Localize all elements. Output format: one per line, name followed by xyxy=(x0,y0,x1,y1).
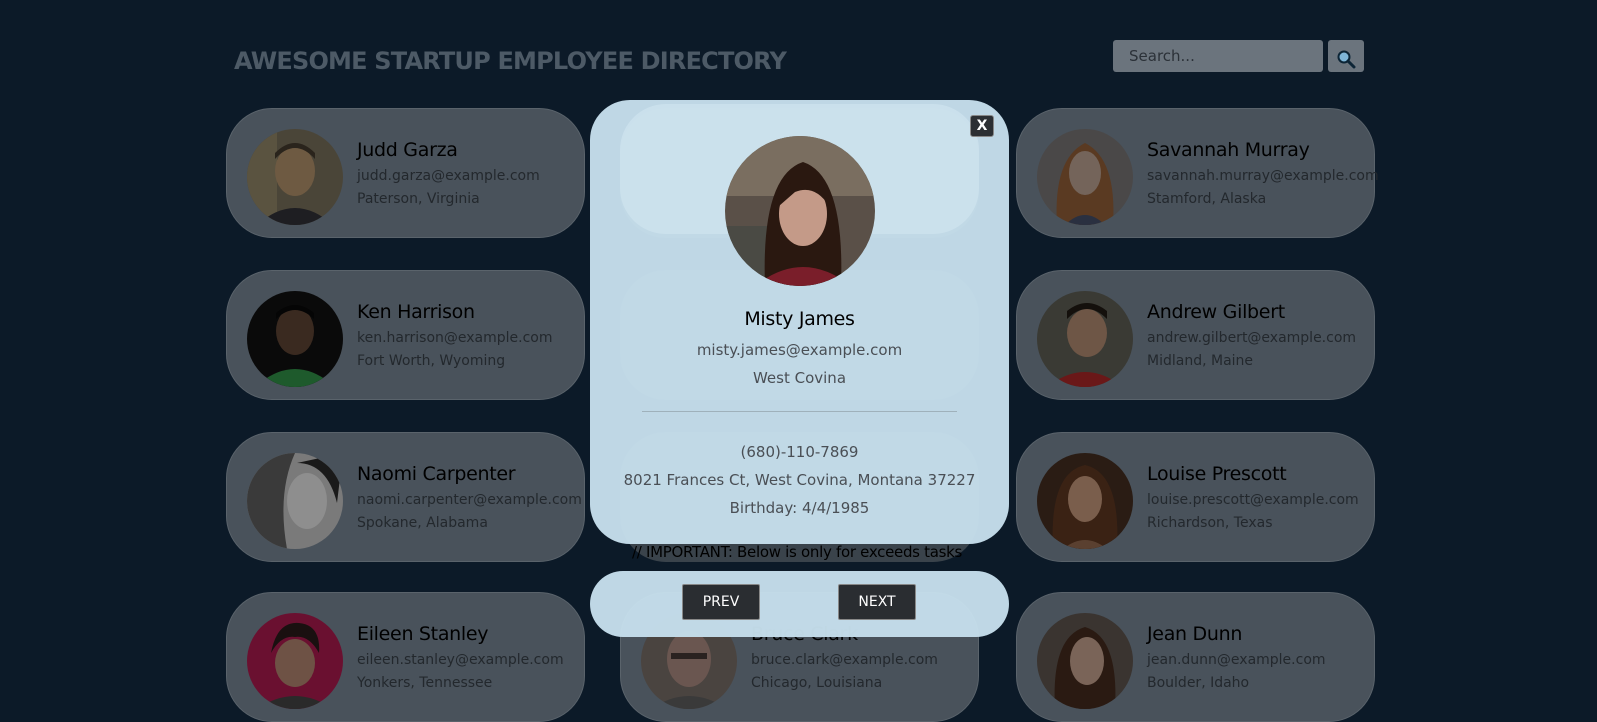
employee-name: Jean Dunn xyxy=(1147,623,1243,645)
employee-name: Louise Prescott xyxy=(1147,463,1287,485)
avatar xyxy=(247,453,343,549)
prev-button[interactable]: PREV xyxy=(682,584,760,620)
search-icon xyxy=(1328,49,1364,69)
modal-phone: (680)-110-7869 xyxy=(740,443,859,461)
modal-name: Misty James xyxy=(744,308,855,330)
employee-email: ken.harrison@example.com xyxy=(357,330,553,346)
search-button[interactable] xyxy=(1328,40,1364,72)
modal-birthday: Birthday: 4/4/1985 xyxy=(729,499,870,517)
employee-location: Chicago, Louisiana xyxy=(751,675,883,691)
avatar xyxy=(247,291,343,387)
page-title: AWESOME STARTUP EMPLOYEE DIRECTORY xyxy=(234,47,787,75)
avatar xyxy=(1037,129,1133,225)
employee-email: bruce.clark@example.com xyxy=(751,652,938,668)
avatar xyxy=(1037,291,1133,387)
close-button[interactable]: X xyxy=(970,115,994,137)
employee-card[interactable]: Eileen Stanley eileen.stanley@example.co… xyxy=(226,592,585,722)
modal-email: misty.james@example.com xyxy=(696,341,903,359)
employee-location: Paterson, Virginia xyxy=(357,191,480,207)
modal-divider xyxy=(642,411,957,412)
modal-avatar xyxy=(725,136,875,286)
employee-card[interactable]: Judd Garza judd.garza@example.com Paters… xyxy=(226,108,585,238)
employee-name: Savannah Murray xyxy=(1147,139,1310,161)
employee-location: Midland, Maine xyxy=(1147,353,1254,369)
employee-email: jean.dunn@example.com xyxy=(1147,652,1326,668)
avatar xyxy=(247,129,343,225)
employee-card[interactable]: Savannah Murray savannah.murray@example.… xyxy=(1016,108,1379,238)
employee-location: Yonkers, Tennessee xyxy=(357,675,493,691)
employee-card[interactable]: Jean Dunn jean.dunn@example.com Boulder,… xyxy=(1016,592,1375,722)
employee-email: andrew.gilbert@example.com xyxy=(1147,330,1357,346)
employee-name: Eileen Stanley xyxy=(357,623,489,645)
avatar xyxy=(247,613,343,709)
employee-card[interactable]: Andrew Gilbert andrew.gilbert@example.co… xyxy=(1016,270,1375,400)
employee-email: judd.garza@example.com xyxy=(357,168,540,184)
avatar xyxy=(1037,453,1133,549)
employee-name: Judd Garza xyxy=(357,139,458,161)
employee-card[interactable]: Louise Prescott louise.prescott@example.… xyxy=(1016,432,1375,562)
avatar xyxy=(1037,613,1133,709)
employee-email: naomi.carpenter@example.com xyxy=(357,492,582,508)
employee-name: Naomi Carpenter xyxy=(357,463,516,485)
modal-address: 8021 Frances Ct, West Covina, Montana 37… xyxy=(623,471,976,489)
employee-card[interactable]: Ken Harrison ken.harrison@example.com Fo… xyxy=(226,270,585,400)
employee-card[interactable]: Naomi Carpenter naomi.carpenter@example.… xyxy=(226,432,585,562)
employee-location: Boulder, Idaho xyxy=(1147,675,1250,691)
employee-name: Andrew Gilbert xyxy=(1147,301,1285,323)
employee-email: louise.prescott@example.com xyxy=(1147,492,1359,508)
employee-email: eileen.stanley@example.com xyxy=(357,652,564,668)
employee-location: Spokane, Alabama xyxy=(357,515,488,531)
employee-email: savannah.murray@example.com xyxy=(1147,168,1379,184)
employee-location: Fort Worth, Wyoming xyxy=(357,353,506,369)
employee-name: Ken Harrison xyxy=(357,301,475,323)
modal-city: West Covina xyxy=(752,369,847,387)
employee-location: Stamford, Alaska xyxy=(1147,191,1267,207)
search-input[interactable] xyxy=(1113,40,1323,72)
employee-location: Richardson, Texas xyxy=(1147,515,1273,531)
next-button[interactable]: NEXT xyxy=(838,584,916,620)
employee-modal: X Misty James misty.james@example.com We… xyxy=(590,100,1009,544)
modal-navigation: PREV NEXT xyxy=(590,571,1009,637)
important-note: // IMPORTANT: Below is only for exceeds … xyxy=(632,543,963,561)
